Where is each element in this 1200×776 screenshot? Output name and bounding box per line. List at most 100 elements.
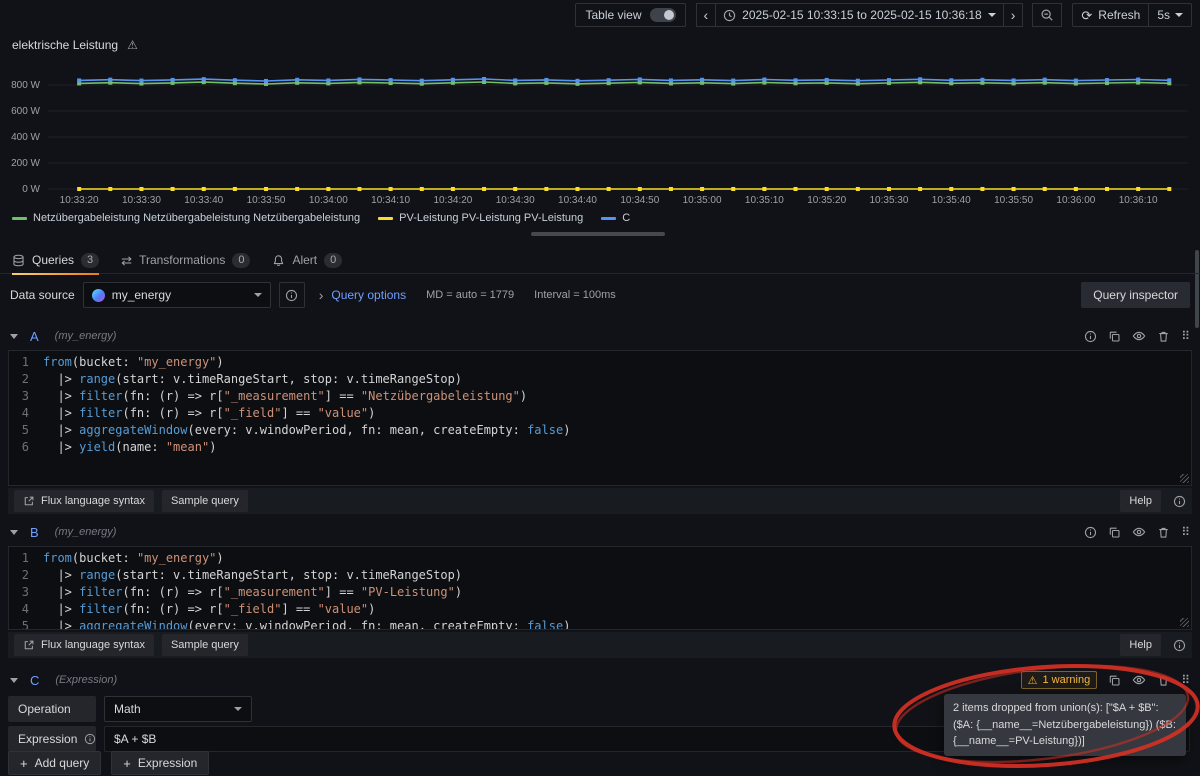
- table-view-toggle[interactable]: Table view: [575, 3, 685, 27]
- time-range-picker[interactable]: 2025-02-15 10:33:15 to 2025-02-15 10:36:…: [715, 3, 1004, 27]
- collapse-chevron-icon[interactable]: [10, 678, 18, 683]
- query-row-a: A (my_energy) ⠿ 1from(bucket: "my_energy…: [0, 324, 1200, 516]
- database-icon: [12, 254, 25, 267]
- code-line: 5 |> aggregateWindow(every: v.windowPeri…: [9, 618, 1191, 630]
- collapse-chevron-icon[interactable]: [10, 530, 18, 535]
- query-options-interval-summary: Interval = 100ms: [534, 289, 616, 301]
- svg-text:10:34:40: 10:34:40: [558, 195, 597, 206]
- time-range-label: 2025-02-15 10:33:15 to 2025-02-15 10:36:…: [742, 8, 982, 22]
- transform-icon: ⇄: [121, 254, 132, 267]
- delete-query-trash-icon[interactable]: [1157, 526, 1170, 539]
- tab-count-badge: 0: [324, 253, 342, 268]
- duplicate-query-icon[interactable]: [1108, 526, 1121, 539]
- query-ref-id[interactable]: B: [30, 525, 39, 540]
- plus-icon: +: [123, 757, 131, 770]
- timeseries-chart[interactable]: 0 W200 W400 W600 W800 W10:33:2010:33:301…: [0, 54, 1200, 206]
- hide-query-eye-icon[interactable]: [1132, 525, 1146, 539]
- query-actions: ⚠ 1 warning ⠿: [1021, 671, 1190, 689]
- query-row-b: B (my_energy) ⠿ 1from(bucket: "my_energy…: [0, 520, 1200, 660]
- query-options-link[interactable]: Query options: [331, 288, 406, 302]
- legend-item[interactable]: Netzübergabeleistung Netzübergabeleistun…: [12, 212, 360, 224]
- help-button[interactable]: Help: [1120, 490, 1161, 512]
- time-shift-back-button[interactable]: ‹: [696, 3, 717, 27]
- code-line: 3 |> filter(fn: (r) => r["_measurement"]…: [9, 388, 1191, 405]
- query-inspector-button[interactable]: Query inspector: [1081, 282, 1190, 308]
- query-options-expand-chevron[interactable]: ›: [319, 287, 324, 303]
- svg-text:10:35:50: 10:35:50: [994, 195, 1033, 206]
- info-circle-icon[interactable]: [1173, 639, 1186, 652]
- help-button[interactable]: Help: [1120, 634, 1161, 656]
- flux-syntax-button[interactable]: Flux language syntax: [14, 490, 154, 512]
- add-query-button[interactable]: + Add query: [8, 751, 101, 775]
- drag-handle-icon[interactable]: ⠿: [1181, 673, 1190, 687]
- datasource-label: Data source: [10, 288, 75, 302]
- chevron-down-icon: [254, 293, 262, 297]
- legend-item[interactable]: PV-Leistung PV-Leistung PV-Leistung: [378, 212, 583, 224]
- operation-select[interactable]: Math: [104, 696, 252, 722]
- tab-count-badge: 0: [232, 253, 250, 268]
- flux-syntax-label: Flux language syntax: [41, 639, 145, 651]
- query-ref-id[interactable]: C: [30, 673, 39, 688]
- zoom-out-button[interactable]: [1032, 3, 1062, 27]
- clock-icon: [723, 9, 736, 22]
- delete-query-trash-icon[interactable]: [1157, 330, 1170, 343]
- svg-text:10:35:30: 10:35:30: [870, 195, 909, 206]
- duplicate-query-icon[interactable]: [1108, 330, 1121, 343]
- svg-text:0 W: 0 W: [22, 184, 40, 195]
- tab-label: Queries: [32, 253, 74, 267]
- legend-item[interactable]: C: [601, 212, 630, 224]
- drag-handle-icon[interactable]: ⠿: [1181, 329, 1190, 343]
- flux-syntax-button[interactable]: Flux language syntax: [14, 634, 154, 656]
- svg-text:200 W: 200 W: [11, 158, 40, 169]
- sample-query-button[interactable]: Sample query: [162, 634, 248, 656]
- code-line: 4 |> filter(fn: (r) => r["_field"] == "v…: [9, 601, 1191, 618]
- svg-text:400 W: 400 W: [11, 132, 40, 143]
- datasource-help-button[interactable]: [279, 282, 305, 308]
- tab-alert[interactable]: Alert 0: [272, 247, 342, 274]
- info-circle-icon[interactable]: [1084, 330, 1097, 343]
- panel-warning-icon[interactable]: ⚠: [127, 38, 138, 52]
- svg-text:800 W: 800 W: [11, 80, 40, 91]
- collapse-chevron-icon[interactable]: [10, 334, 18, 339]
- svg-text:10:35:20: 10:35:20: [807, 195, 846, 206]
- refresh-icon: ⟳: [1081, 9, 1092, 22]
- hide-query-eye-icon[interactable]: [1132, 329, 1146, 343]
- tab-queries[interactable]: Queries 3: [12, 247, 99, 274]
- delete-query-trash-icon[interactable]: [1157, 674, 1170, 687]
- datasource-picker[interactable]: my_energy: [83, 282, 271, 308]
- tab-transformations[interactable]: ⇄ Transformations 0: [121, 247, 250, 274]
- query-ref-id[interactable]: A: [30, 329, 39, 344]
- add-expression-label: Expression: [138, 756, 197, 770]
- code-line: 3 |> filter(fn: (r) => r["_measurement"]…: [9, 584, 1191, 601]
- chevron-down-icon: [1175, 13, 1183, 17]
- refresh-interval-dropdown[interactable]: 5s: [1148, 4, 1191, 26]
- flux-query-editor-a[interactable]: 1from(bucket: "my_energy")2 |> range(sta…: [8, 350, 1192, 486]
- info-circle-icon[interactable]: [1084, 526, 1097, 539]
- query-header: B (my_energy) ⠿: [0, 520, 1200, 544]
- svg-text:10:33:40: 10:33:40: [184, 195, 223, 206]
- chevron-down-icon: [988, 13, 996, 17]
- operation-label: Operation: [8, 696, 96, 722]
- table-view-label: Table view: [585, 8, 641, 22]
- svg-text:10:36:00: 10:36:00: [1056, 195, 1095, 206]
- chart-legend: Netzübergabeleistung Netzübergabeleistun…: [12, 212, 630, 224]
- sample-query-button[interactable]: Sample query: [162, 490, 248, 512]
- duplicate-query-icon[interactable]: [1108, 674, 1121, 687]
- svg-text:10:34:30: 10:34:30: [496, 195, 535, 206]
- plus-icon: +: [20, 757, 28, 770]
- info-circle-icon[interactable]: [84, 733, 96, 745]
- add-expression-button[interactable]: + Expression: [111, 751, 209, 775]
- legend-series-color-dash: [378, 217, 393, 220]
- panel-resize-handle[interactable]: [531, 232, 665, 236]
- warning-badge[interactable]: ⚠ 1 warning: [1021, 671, 1098, 689]
- switch-knob: [664, 10, 674, 20]
- tab-label: Alert: [292, 253, 317, 267]
- hide-query-eye-icon[interactable]: [1132, 673, 1146, 687]
- info-circle-icon[interactable]: [1173, 495, 1186, 508]
- refresh-button[interactable]: ⟳ Refresh: [1073, 4, 1148, 26]
- svg-text:10:33:20: 10:33:20: [60, 195, 99, 206]
- time-shift-forward-button[interactable]: ›: [1003, 3, 1024, 27]
- drag-handle-icon[interactable]: ⠿: [1181, 525, 1190, 539]
- table-view-switch[interactable]: [650, 8, 676, 22]
- flux-query-editor-b[interactable]: 1from(bucket: "my_energy")2 |> range(sta…: [8, 546, 1192, 630]
